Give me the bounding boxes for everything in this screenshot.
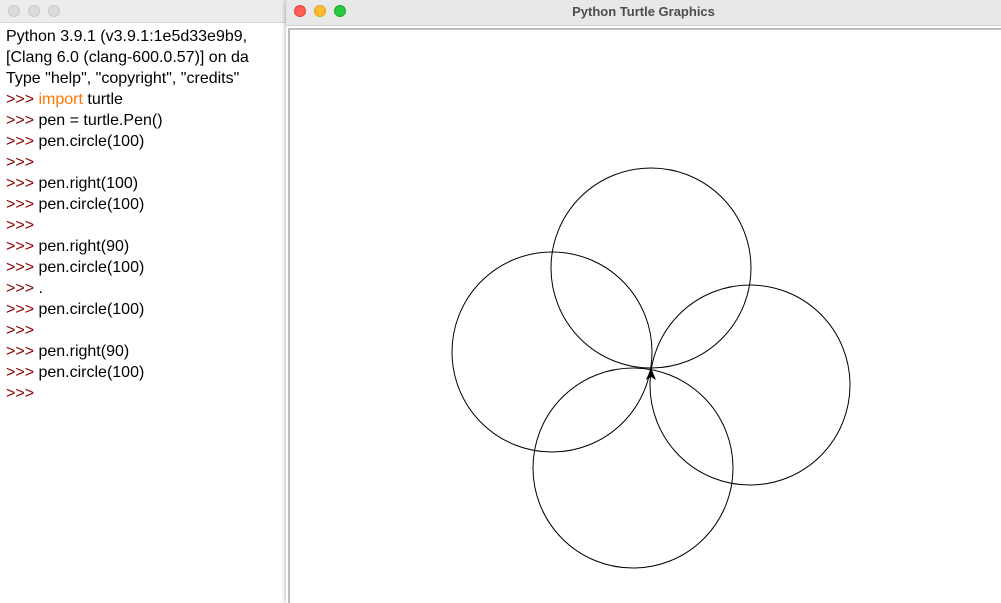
shell-line: >>> pen.circle(100) (6, 299, 300, 320)
shell-zoom-button[interactable] (48, 5, 60, 17)
turtle-circle-3 (649, 284, 851, 486)
shell-prompt: >>> (6, 91, 35, 108)
shell-prompt: >>> (6, 385, 35, 402)
shell-line: >>> import turtle (6, 89, 300, 110)
shell-line: >>> pen.right(90) (6, 236, 300, 257)
shell-code: pen.right(100) (34, 175, 139, 192)
shell-line: >>> pen.right(100) (6, 173, 300, 194)
shell-prompt: >>> (6, 343, 35, 360)
shell-keyword: import (34, 91, 83, 108)
shell-code: [Clang 6.0 (clang-600.0.57)] on da (6, 49, 249, 66)
shell-line: [Clang 6.0 (clang-600.0.57)] on da (6, 47, 300, 68)
shell-code: turtle (82, 91, 123, 108)
shell-line: >>> (6, 215, 300, 236)
shell-prompt: >>> (6, 154, 35, 171)
shell-line: >>> pen.circle(100) (6, 257, 300, 278)
python-shell-window: Python 3.9.1 (v3.9.1:1e5d33e9b9, [Clang 6… (0, 0, 300, 603)
shell-code: pen.circle(100) (34, 259, 145, 276)
shell-line: >>> (6, 320, 300, 341)
shell-line: >>> . (6, 278, 300, 299)
shell-prompt: >>> (6, 175, 35, 192)
turtle-canvas[interactable] (290, 30, 1001, 603)
shell-line: >>> pen.circle(100) (6, 131, 300, 152)
turtle-titlebar[interactable]: Python Turtle Graphics (286, 0, 1001, 26)
shell-line: >>> pen.circle(100) (6, 362, 300, 383)
shell-prompt: >>> (6, 364, 35, 381)
shell-prompt: >>> (6, 217, 35, 234)
shell-code: Python 3.9.1 (v3.9.1:1e5d33e9b9, (6, 28, 248, 45)
shell-code: pen.right(90) (34, 343, 130, 360)
shell-prompt: >>> (6, 259, 35, 276)
shell-line: Python 3.9.1 (v3.9.1:1e5d33e9b9, (6, 26, 300, 47)
shell-code: . (34, 280, 43, 297)
shell-output[interactable]: Python 3.9.1 (v3.9.1:1e5d33e9b9, [Clang 6… (6, 26, 300, 404)
shell-code: Type "help", "copyright", "credits" (6, 70, 240, 87)
shell-line: >>> pen = turtle.Pen() (6, 110, 300, 131)
shell-code: pen.right(90) (34, 238, 130, 255)
shell-titlebar[interactable] (0, 0, 300, 23)
shell-line: >>> pen.right(90) (6, 341, 300, 362)
shell-minimize-button[interactable] (28, 5, 40, 17)
shell-prompt: >>> (6, 133, 35, 150)
shell-prompt: >>> (6, 196, 35, 213)
shell-code: pen.circle(100) (34, 364, 145, 381)
shell-prompt: >>> (6, 322, 35, 339)
turtle-arrow-icon (646, 368, 656, 380)
turtle-graphics-window: Python Turtle Graphics (286, 0, 1001, 603)
shell-code: pen.circle(100) (34, 196, 145, 213)
shell-code: pen.circle(100) (34, 133, 145, 150)
shell-code: pen.circle(100) (34, 301, 145, 318)
shell-line: >>> (6, 383, 300, 404)
shell-line: >>> pen.circle(100) (6, 194, 300, 215)
shell-code: pen = turtle.Pen() (34, 112, 163, 129)
window-title: Python Turtle Graphics (572, 4, 715, 19)
turtle-circle-4 (532, 367, 734, 569)
shell-close-button[interactable] (8, 5, 20, 17)
shell-prompt: >>> (6, 238, 35, 255)
shell-prompt: >>> (6, 280, 35, 297)
shell-prompt: >>> (6, 112, 35, 129)
shell-line: >>> (6, 152, 300, 173)
shell-line: Type "help", "copyright", "credits" (6, 68, 300, 89)
shell-prompt: >>> (6, 301, 35, 318)
